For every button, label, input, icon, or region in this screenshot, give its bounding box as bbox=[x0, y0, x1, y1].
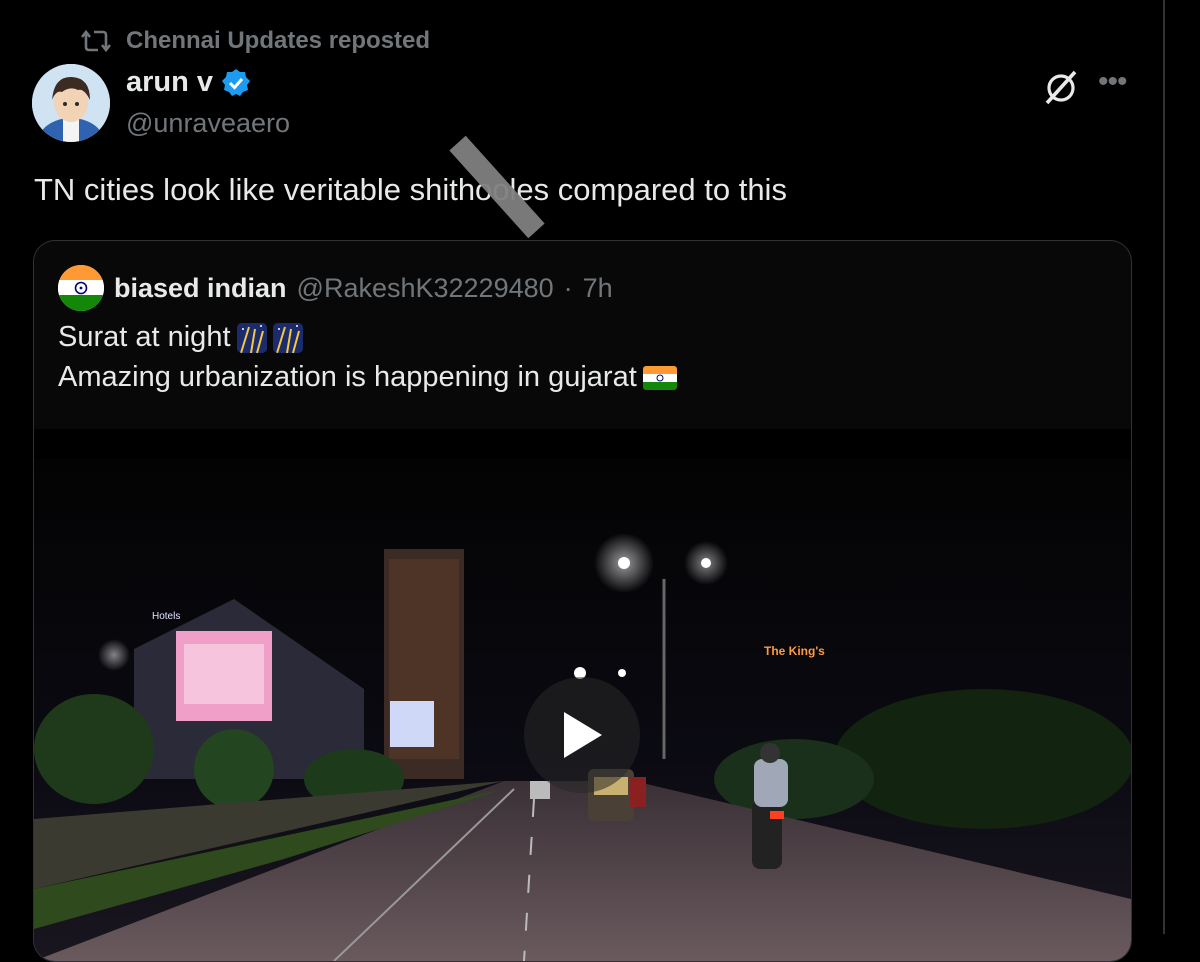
quoted-author-handle[interactable]: @RakeshK32229480 bbox=[297, 273, 554, 304]
quoted-avatar[interactable] bbox=[58, 265, 104, 311]
avatar-image bbox=[32, 64, 110, 142]
quoted-post[interactable]: biased indian @RakeshK32229480 · 7h Sura… bbox=[33, 240, 1132, 962]
more-icon[interactable]: ••• bbox=[1098, 67, 1132, 98]
quoted-timestamp[interactable]: 7h bbox=[583, 273, 613, 304]
night-city-emoji-icon bbox=[236, 322, 267, 353]
quoted-text-2: Amazing urbanization is happening in guj… bbox=[58, 361, 637, 393]
author-name[interactable]: arun v bbox=[126, 66, 213, 99]
quoted-text-line-2: Amazing urbanization is happening in guj… bbox=[58, 361, 677, 394]
quoted-header: biased indian @RakeshK32229480 · 7h bbox=[58, 265, 613, 311]
repost-text: Chennai Updates reposted bbox=[126, 27, 431, 54]
quoted-text-1: Surat at night bbox=[58, 321, 231, 353]
grok-icon[interactable] bbox=[1040, 66, 1082, 108]
video-player[interactable]: Hotels The King's bbox=[34, 459, 1131, 961]
svg-text:The King's: The King's bbox=[764, 644, 825, 658]
author-handle[interactable]: @unraveaero bbox=[126, 108, 290, 139]
separator-dot: · bbox=[563, 272, 573, 303]
repost-indicator[interactable]: Chennai Updates reposted bbox=[80, 26, 430, 56]
timeline-divider bbox=[1163, 0, 1165, 934]
play-button[interactable] bbox=[524, 677, 640, 793]
author-name-row[interactable]: arun v bbox=[126, 66, 251, 99]
play-icon bbox=[564, 712, 602, 758]
india-flag-emoji-icon bbox=[642, 365, 677, 390]
verified-badge-icon[interactable] bbox=[221, 68, 251, 98]
night-city-emoji-icon bbox=[272, 322, 303, 353]
quoted-text-line-1: Surat at night bbox=[58, 321, 303, 354]
avatar[interactable] bbox=[32, 64, 110, 142]
repost-icon bbox=[80, 29, 112, 53]
quoted-author-name[interactable]: biased indian bbox=[114, 273, 287, 304]
post-text: TN cities look like veritable shithooles… bbox=[34, 172, 787, 207]
media-letterbox bbox=[34, 429, 1131, 459]
svg-text:Hotels: Hotels bbox=[152, 611, 180, 622]
